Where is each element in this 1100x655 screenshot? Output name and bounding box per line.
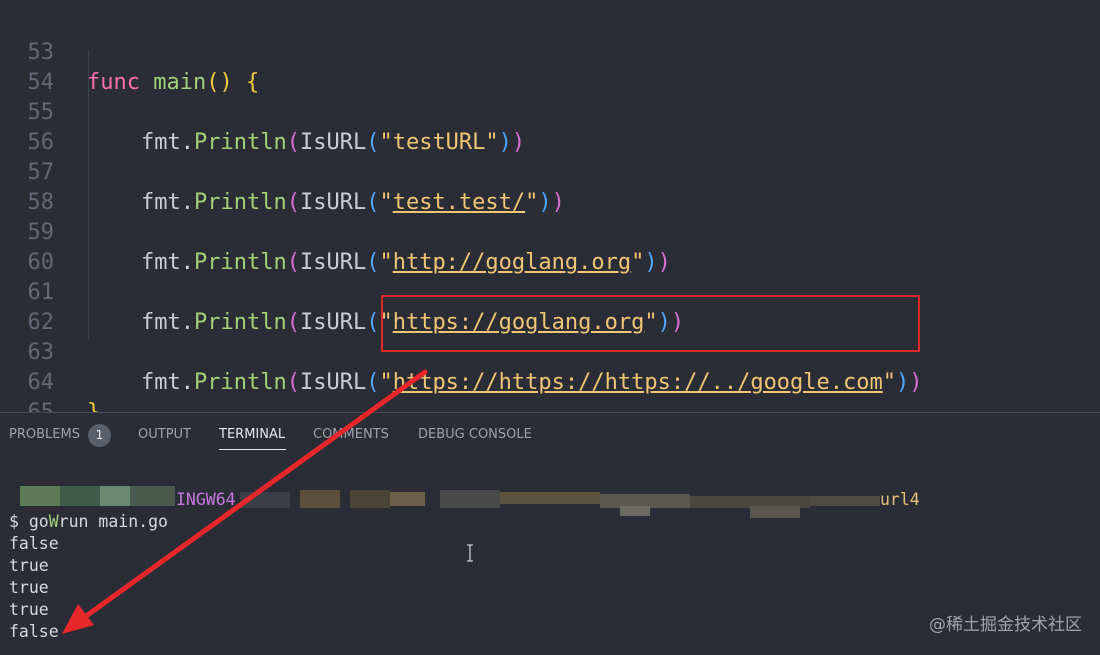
code-line[interactable]: 57 fmt.Println(IsURL("test.test/")) <box>0 128 1100 215</box>
text-cursor-icon <box>467 544 473 562</box>
terminal-output-line: true <box>9 578 49 597</box>
code-line[interactable]: 60 <box>0 218 1100 275</box>
code-line[interactable]: 61 fmt.Println(IsURL("https://goglang.or… <box>0 248 1100 335</box>
tab-problems[interactable]: PROBLEMS <box>9 427 80 442</box>
tab-debug-console[interactable]: DEBUG CONSOLE <box>418 427 532 442</box>
prompt-mingw: INGW64 <box>176 490 236 509</box>
code-line[interactable]: 58 <box>0 158 1100 215</box>
redacted-region <box>20 486 175 506</box>
terminal-output-line: true <box>9 600 49 619</box>
prompt-path: url4 <box>880 490 920 509</box>
terminal-output-line: false <box>9 622 59 641</box>
tab-comments[interactable]: COMMENTS <box>313 427 389 442</box>
watermark: @稀土掘金技术社区 <box>929 615 1082 635</box>
active-tab-indicator <box>219 449 286 450</box>
code-text: } <box>87 398 100 412</box>
terminal-output-line: false <box>9 534 59 553</box>
terminal-command: $ go run main.go <box>9 512 168 531</box>
code-line[interactable]: 56 <box>0 98 1100 155</box>
code-line[interactable]: 65 <box>0 368 1100 412</box>
tab-output[interactable]: OUTPUT <box>138 427 191 442</box>
code-line[interactable]: 59 fmt.Println(IsURL("http://goglang.org… <box>0 188 1100 275</box>
problems-count-badge: 1 <box>88 424 111 447</box>
redacted-region <box>240 488 880 518</box>
close-brace: } <box>87 400 100 412</box>
annotation-highlight-box <box>381 295 920 352</box>
tab-terminal[interactable]: TERMINAL <box>219 427 285 442</box>
code-line[interactable]: 54 <box>0 38 1100 95</box>
code-line[interactable]: 53 func main() { <box>0 8 1100 95</box>
line-number: 65 <box>0 398 55 412</box>
code-line[interactable]: 55 fmt.Println(IsURL("testURL")) <box>0 68 1100 155</box>
terminal-output-line: true <box>9 556 49 575</box>
code-editor[interactable]: 53 func main() { 54 55 fmt.Println(IsURL… <box>0 0 1100 412</box>
